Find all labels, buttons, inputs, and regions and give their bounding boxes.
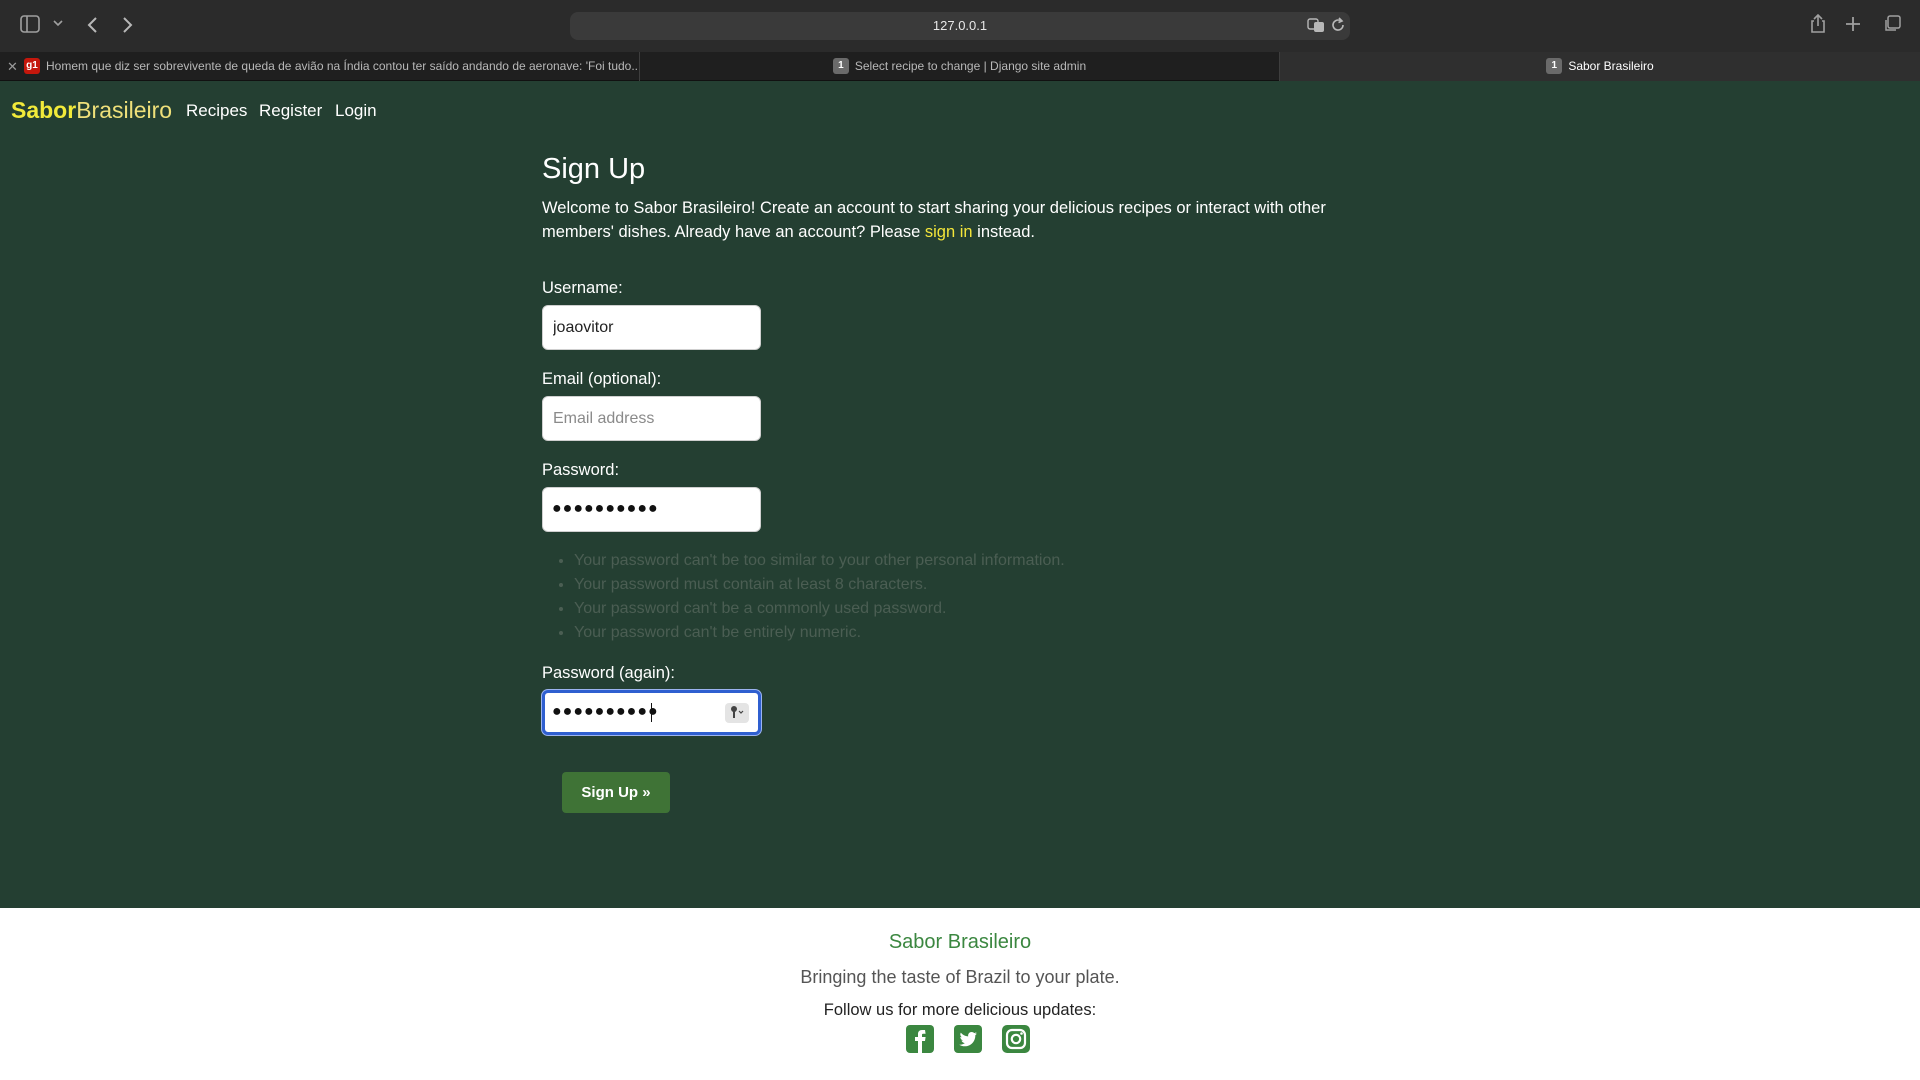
new-tab-icon[interactable]: [1845, 16, 1861, 32]
intro-text: Welcome to Sabor Brasileiro! Create an a…: [542, 196, 1342, 244]
password-help-item: Your password must contain at least 8 ch…: [574, 573, 1065, 597]
password-help-item: Your password can't be too similar to yo…: [574, 549, 1065, 573]
footer-tagline: Bringing the taste of Brazil to your pla…: [800, 967, 1120, 987]
page-body: SaborBrasileiro Recipes Register Login S…: [0, 81, 1920, 908]
tab-bar: ✕ g1 Homem que diz ser sobrevivente de qu…: [0, 52, 1920, 81]
username-label: Username:: [542, 279, 623, 297]
footer-title: Sabor Brasileiro: [888, 931, 1032, 953]
g1-favicon-icon: g1: [24, 57, 40, 74]
password-help-list: Your password can't be too similar to yo…: [574, 549, 1065, 645]
tab-news[interactable]: ✕ g1 Homem que diz ser sobrevivente de qu…: [0, 52, 639, 81]
brand-logo[interactable]: SaborBrasileiro: [11, 97, 172, 124]
sidebar-toggle-icon[interactable]: [20, 15, 40, 33]
sign-in-link[interactable]: sign in: [925, 223, 973, 241]
email-field[interactable]: [542, 396, 761, 441]
tab-overview-icon[interactable]: [1883, 15, 1901, 33]
tab-title: Select recipe to change | Django site ad…: [854, 59, 1087, 73]
instagram-icon[interactable]: [1001, 1024, 1031, 1054]
brand-light: Brasileiro: [76, 97, 173, 123]
tab-sabor-brasileiro[interactable]: 1 Sabor Brasileiro: [1280, 52, 1920, 81]
brand-bold: Sabor: [11, 97, 77, 123]
tab-title: Homem que diz ser sobrevivente de queda …: [46, 59, 639, 73]
username-field[interactable]: [542, 305, 761, 350]
nav-link-login[interactable]: Login: [335, 101, 377, 121]
footer-follow-text: Follow us for more delicious updates:: [823, 1001, 1097, 1019]
twitter-icon[interactable]: [953, 1024, 983, 1054]
back-arrow-icon[interactable]: [86, 16, 98, 34]
password-again-label: Password (again):: [542, 664, 675, 682]
email-label: Email (optional):: [542, 370, 662, 388]
tab-favicon-icon: 1: [1546, 57, 1563, 74]
site-navbar: SaborBrasileiro Recipes Register Login: [0, 81, 1920, 139]
facebook-icon[interactable]: [905, 1024, 935, 1054]
sign-up-button[interactable]: Sign Up »: [562, 772, 670, 813]
chevron-down-icon[interactable]: [53, 19, 63, 27]
tab-title: Sabor Brasileiro: [1568, 59, 1654, 73]
tab-django-admin[interactable]: 1 Select recipe to change | Django site a…: [640, 52, 1279, 81]
signup-intro: Sign Up Welcome to Sabor Brasileiro! Cre…: [542, 153, 1342, 244]
text-caret: [651, 703, 652, 722]
site-footer: Sabor Brasileiro Bringing the taste of B…: [0, 908, 1920, 1080]
url-text: 127.0.0.1: [932, 18, 988, 33]
nav-link-register[interactable]: Register: [259, 101, 322, 121]
tab-favicon-icon: 1: [832, 57, 849, 74]
page-title: Sign Up: [542, 153, 646, 185]
translate-icon[interactable]: [1307, 17, 1325, 38]
password-label: Password:: [542, 461, 620, 479]
close-icon[interactable]: ✕: [7, 52, 18, 81]
address-bar[interactable]: 127.0.0.1: [570, 12, 1350, 40]
share-icon[interactable]: [1809, 14, 1827, 34]
password-key-icon[interactable]: [725, 703, 749, 723]
password-help-item: Your password can't be entirely numeric.: [574, 621, 1065, 645]
reload-icon[interactable]: [1330, 17, 1346, 38]
nav-link-recipes[interactable]: Recipes: [186, 101, 247, 121]
password-help-item: Your password can't be a commonly used p…: [574, 597, 1065, 621]
browser-toolbar: 127.0.0.1: [0, 0, 1920, 52]
password-field[interactable]: [542, 487, 761, 532]
forward-arrow-icon[interactable]: [122, 16, 134, 34]
intro-text-after: instead.: [972, 223, 1035, 241]
